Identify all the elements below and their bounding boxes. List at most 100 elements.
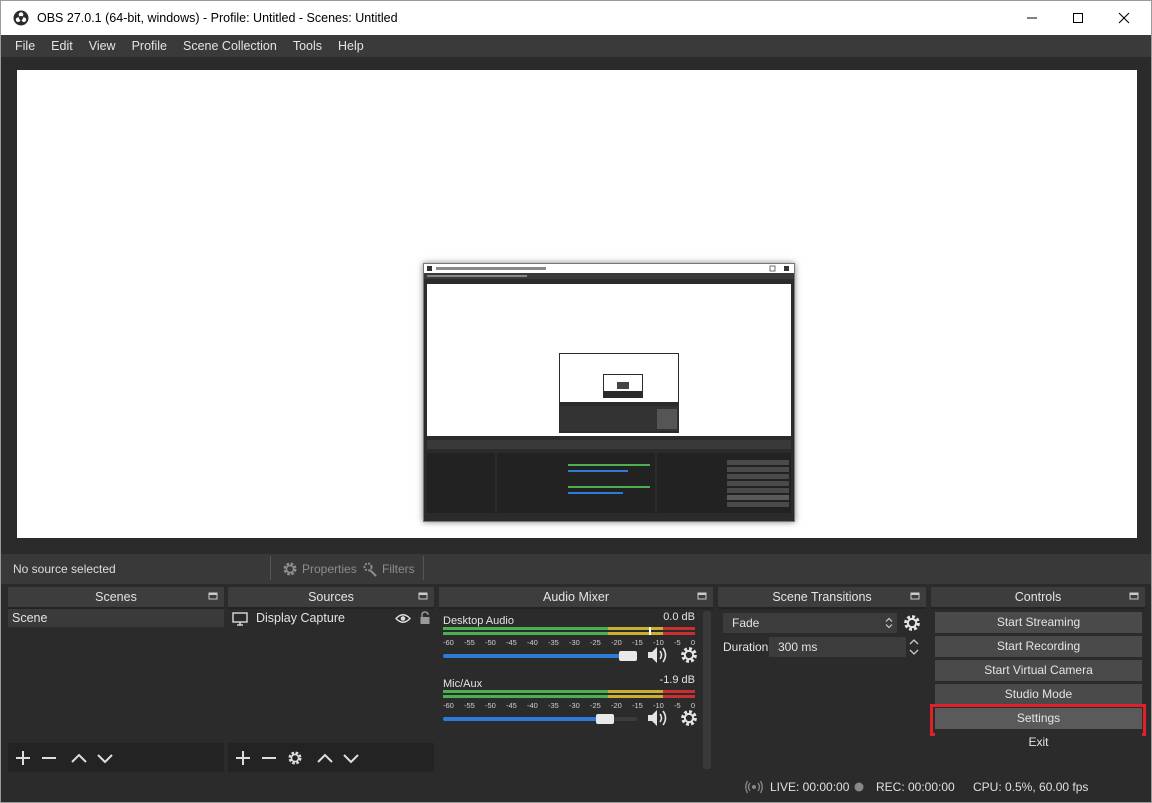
menu-scene-collection[interactable]: Scene Collection [175,39,285,53]
close-icon [1118,12,1130,24]
eye-icon[interactable] [395,613,411,624]
gear-icon [283,562,297,576]
scene-transitions-dock: Scene Transitions Fade Duration 300 ms [718,587,926,772]
monitor-icon [232,612,248,626]
live-timer: LIVE: 00:00:00 [770,780,850,794]
transition-select-value: Fade [732,616,760,630]
mixer-area: Desktop Audio 0.0 dB -60 -55 -50 -45 -40 -35-… [439,609,713,772]
studio-mode-button[interactable]: Studio Mode [935,684,1142,705]
start-streaming-button[interactable]: Start Streaming [935,612,1142,633]
title-bar: OBS 27.0.1 (64-bit, windows) - Profile: … [1,1,1151,35]
rec-timer: REC: 00:00:00 [876,780,955,794]
scenes-title: Scenes [95,590,137,604]
maximize-button[interactable] [1055,1,1101,35]
volume-fill [443,654,637,658]
divider [270,556,271,580]
move-source-up-button[interactable] [312,745,338,771]
menu-file[interactable]: File [7,39,43,53]
remove-source-button[interactable] [256,745,282,771]
menu-help[interactable]: Help [330,39,372,53]
chevron-up-icon [317,753,333,763]
volume-slider[interactable] [443,651,637,661]
volume-slider[interactable] [443,714,637,724]
channel-name: Desktop Audio [443,615,514,627]
plus-icon [236,751,250,765]
controls-title: Controls [1014,590,1062,604]
chevron-down-icon [343,754,359,764]
mixer-channel-desktop-audio: Desktop Audio 0.0 dB -60 -55 -50 -45 -40 -35-… [443,611,699,671]
speaker-icon[interactable] [647,708,669,728]
list-item[interactable]: Scene [8,609,224,627]
undock-icon[interactable] [418,591,428,601]
transition-select[interactable]: Fade [723,613,897,633]
transitions-area: Fade Duration 300 ms [718,609,926,772]
volume-handle[interactable] [595,714,614,724]
add-source-button[interactable] [230,745,256,771]
plus-icon [16,751,30,765]
audio-mixer-header: Audio Mixer [439,587,713,607]
exit-button[interactable]: Exit [935,732,1142,753]
filter-icon [363,562,377,577]
audio-mixer-title: Audio Mixer [543,590,609,604]
record-indicator-icon [854,782,864,792]
menu-profile[interactable]: Profile [124,39,175,53]
spin-arrows-icon [885,617,893,629]
sources-title: Sources [308,590,354,604]
spinbox-arrows-icon[interactable] [907,637,921,657]
mixer-scrollbar[interactable] [703,611,711,769]
duration-input[interactable]: 300 ms [769,637,906,657]
source-properties-button[interactable] [282,745,308,771]
cpu-fps: CPU: 0.5%, 60.00 fps [973,780,1089,794]
scene-transitions-title: Scene Transitions [772,590,872,604]
scene-transitions-header: Scene Transitions [718,587,926,607]
move-source-down-button[interactable] [338,745,364,771]
undock-icon[interactable] [910,591,920,601]
volume-handle[interactable] [619,651,637,661]
properties-button[interactable]: Properties [282,561,357,577]
add-scene-button[interactable] [10,745,36,771]
move-scene-up-button[interactable] [66,745,92,771]
close-window-button[interactable] [1101,1,1147,35]
filters-label: Filters [382,562,415,576]
menu-tools[interactable]: Tools [285,39,330,53]
window-title: OBS 27.0.1 (64-bit, windows) - Profile: … [37,11,398,25]
gear-icon [288,751,302,765]
move-scene-down-button[interactable] [92,745,118,771]
minimize-icon [1027,17,1037,19]
filters-button[interactable]: Filters [362,561,415,577]
remove-scene-button[interactable] [36,745,62,771]
sources-header: Sources [228,587,434,607]
menu-bar: File Edit View Profile Scene Collection … [1,35,1151,57]
undock-icon[interactable] [697,591,707,601]
minus-icon [42,757,56,759]
gear-icon[interactable] [680,646,698,664]
level-meter [443,690,695,698]
sources-dock: Sources Display Capture [228,587,434,772]
scenes-list: Scene [8,609,224,743]
list-item[interactable]: Display Capture [228,609,434,629]
duration-label: Duration [723,640,769,654]
preview-canvas[interactable] [17,70,1137,538]
channel-db: 0.0 dB [663,611,695,623]
undock-icon[interactable] [208,591,218,601]
preview-area [1,57,1151,554]
unlock-icon[interactable] [419,611,431,625]
nested-obs-window-image [424,264,794,520]
gear-icon[interactable] [903,614,921,632]
gear-icon[interactable] [680,709,698,727]
undock-icon[interactable] [1129,591,1139,601]
minus-icon [262,757,276,759]
minimize-button[interactable] [1009,1,1055,35]
start-recording-button[interactable]: Start Recording [935,636,1142,657]
mixer-channel-mic-aux: Mic/Aux -1.9 dB -60 -55 -50 -45 -40 -35 -30 -25… [443,674,699,734]
no-source-label: No source selected [13,562,116,576]
audio-mixer-dock: Audio Mixer Desktop Audio 0.0 dB -60 -55-… [439,587,713,772]
start-virtual-camera-button[interactable]: Start Virtual Camera [935,660,1142,681]
scenes-toolbar [10,745,118,771]
menu-edit[interactable]: Edit [43,39,81,53]
menu-view[interactable]: View [81,39,124,53]
controls-header: Controls [931,587,1145,607]
speaker-icon[interactable] [647,645,669,665]
sources-list: Display Capture [228,609,434,743]
chevron-down-icon [97,754,113,764]
